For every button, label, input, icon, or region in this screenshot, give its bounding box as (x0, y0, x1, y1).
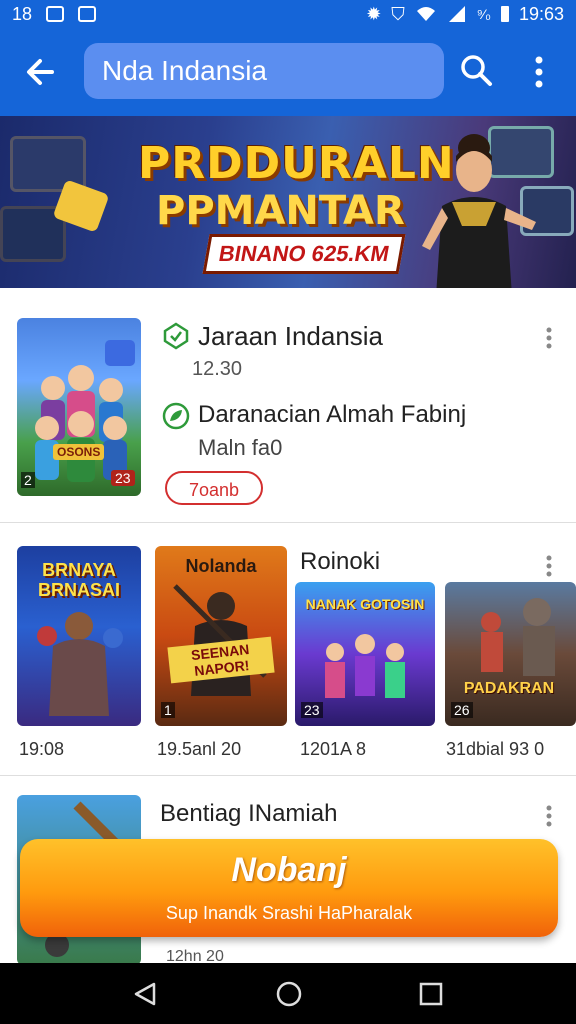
game-caption: 19.5anl 20 (157, 739, 242, 759)
cta-button[interactable]: Nobanj Sup Inandk Srashi HaPharalak (20, 839, 558, 937)
card1-more-icon[interactable] (545, 326, 553, 350)
system-navigation-bar (0, 963, 576, 1024)
leaf-icon (162, 402, 190, 430)
card1-action-button[interactable]: 7oanb (165, 471, 263, 505)
back-arrow-icon[interactable] (22, 52, 62, 92)
card1-count: 12.30 (192, 358, 243, 380)
game-caption: 31dbial 93 0 (446, 739, 545, 759)
app-bar: Nda Indansia (0, 28, 576, 116)
banner-character-illustration (422, 134, 536, 288)
card1-title[interactable]: Jaraan Indansia (198, 321, 383, 352)
signal-icon (448, 6, 465, 22)
game-thumbnail-label: NANAK GOTOSIN (305, 596, 425, 612)
game-thumbnail[interactable]: NANAK GOTOSIN 23 (295, 582, 435, 726)
recents-nav-icon[interactable] (419, 982, 443, 1006)
game-caption: 1201A 8 (300, 739, 367, 759)
card1-thumbnail[interactable]: OSONS 2 23 (17, 318, 141, 496)
banner-title-line2: PPMANTAR (156, 188, 405, 234)
game-thumbnail-corner: 23 (301, 702, 323, 718)
wifi-icon (416, 7, 435, 21)
game-thumbnail-label: PADAKRAN (463, 680, 555, 697)
gallery-icon (78, 6, 97, 22)
battery-icon (500, 6, 509, 22)
divider (0, 522, 576, 523)
cta-subtitle: Sup Inandk Srashi HaPharalak (165, 903, 413, 923)
card2-title[interactable]: Roinoki (300, 548, 380, 576)
card1-subtitle: Daranacian Almah Fabinj (198, 401, 467, 428)
game-thumbnail-label: Nolanda (185, 556, 257, 576)
banner-subtitle: BINANO 625.KM (202, 234, 406, 274)
verified-icon (163, 322, 189, 350)
signal-text: ⁹⁄₀ (476, 6, 491, 22)
game-caption: 19:08 (19, 739, 65, 759)
notification-icon (46, 6, 65, 22)
search-input[interactable]: Nda Indansia (84, 43, 444, 99)
card1-thumb-label: OSONS (53, 444, 105, 460)
card3-more-icon[interactable] (545, 804, 553, 828)
game-thumbnail[interactable]: PADAKRAN 26 (445, 582, 576, 726)
cta-title: Nobanj (231, 851, 347, 889)
banner-title-line1: PRDDURALN (138, 138, 455, 189)
card1-thumb-corner-right: 23 (111, 470, 135, 486)
status-left-number: 18 (12, 3, 33, 24)
card2-more-icon[interactable] (545, 554, 553, 578)
back-nav-icon[interactable] (132, 981, 158, 1007)
more-vert-icon[interactable] (524, 52, 554, 92)
home-nav-icon[interactable] (275, 980, 303, 1008)
card1-meta: Maln fa0 (198, 435, 283, 460)
game-thumbnail-corner: 1 (161, 702, 175, 718)
search-icon[interactable] (458, 52, 494, 88)
game-thumbnail[interactable]: BRNAYA BRNASAI (17, 546, 141, 726)
divider (0, 775, 576, 776)
promo-banner[interactable]: PRDDURALN PPMANTAR BINANO 625.KM (0, 116, 576, 288)
status-bar: 18 ✹ ⛉ ⁹⁄₀ 19:63 (0, 0, 576, 28)
card3-title[interactable]: Bentiag INamiah (160, 800, 337, 828)
status-time: 19:63 (518, 3, 564, 24)
game-thumbnail-corner: 26 (451, 702, 473, 718)
card1-thumb-corner-left: 2 (21, 472, 35, 488)
game-thumbnail[interactable]: Nolanda SEENAN NAPOR! 1 (155, 546, 287, 726)
game-thumbnail-label: BRNAYA BRNASAI (37, 560, 120, 600)
shield-icon: ⛉ (391, 3, 405, 24)
settings-icon: ✹ (366, 3, 382, 24)
